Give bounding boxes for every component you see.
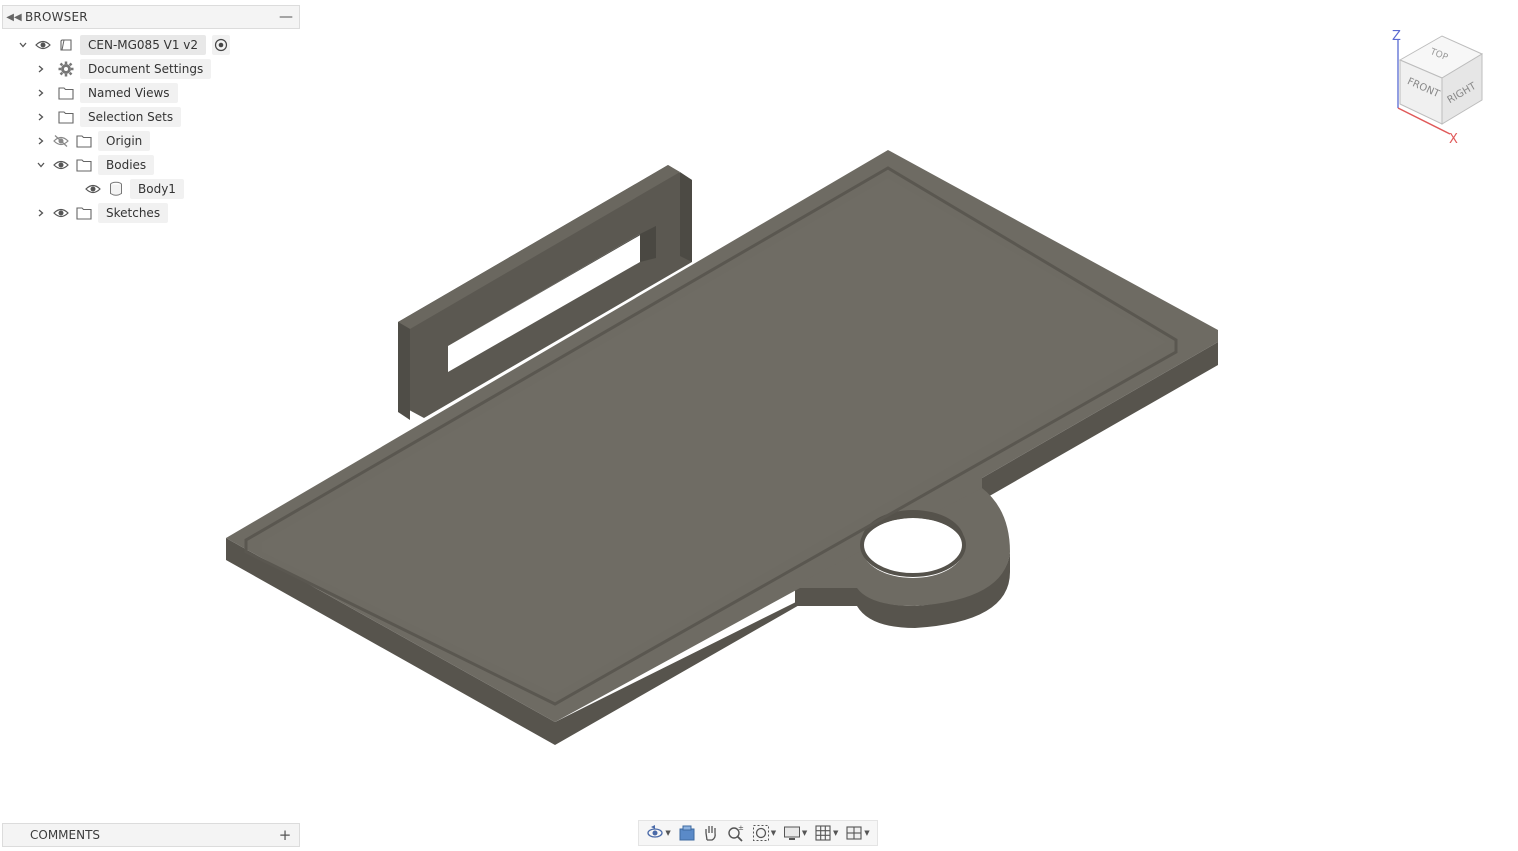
tree-item-label: Bodies: [98, 155, 155, 175]
tree-item-label: Origin: [98, 131, 151, 151]
navigation-toolbar: ▼ ± ▼ ▼ ▼ ▼: [638, 820, 878, 846]
chevron-right-icon[interactable]: [34, 59, 48, 79]
eye-icon[interactable]: [34, 35, 52, 55]
tree-item-label: Sketches: [98, 203, 169, 223]
tree-item-bodies[interactable]: Bodies: [34, 155, 155, 175]
chevron-down-icon[interactable]: [34, 155, 48, 175]
tree-item-selection-sets[interactable]: Selection Sets: [34, 107, 182, 127]
look-at-button[interactable]: [678, 822, 696, 844]
tree-item-sketches[interactable]: Sketches: [34, 203, 169, 223]
add-comment-icon[interactable]: +: [271, 826, 299, 844]
chevron-right-icon[interactable]: [34, 83, 48, 103]
svg-text:±: ±: [738, 824, 744, 832]
model-plate: [226, 150, 1218, 745]
axis-z-label: Z: [1392, 29, 1401, 44]
axis-x-label: X: [1449, 132, 1458, 147]
tree-item-label: Named Views: [80, 83, 178, 103]
view-cube[interactable]: Z X TOP FRONT RIGHT: [1386, 26, 1496, 150]
zoom-icon: ±: [728, 824, 744, 842]
orbit-icon: [647, 825, 664, 838]
chevron-right-icon[interactable]: [34, 203, 48, 223]
minimize-icon[interactable]: —: [273, 9, 299, 25]
folder-icon: [74, 131, 94, 151]
chevron-right-icon[interactable]: [34, 107, 48, 127]
orbit-button[interactable]: ▼: [646, 822, 671, 844]
display-settings-icon: [783, 826, 800, 840]
folder-icon: [74, 155, 94, 175]
gear-icon: [56, 59, 76, 79]
comments-panel: COMMENTS +: [2, 823, 300, 847]
pan-button[interactable]: [702, 822, 720, 844]
tree-item-label: Selection Sets: [80, 107, 182, 127]
body-icon: [106, 179, 126, 199]
look-at-icon: [679, 825, 695, 841]
eye-icon[interactable]: [52, 203, 70, 223]
eye-icon[interactable]: [52, 155, 70, 175]
eye-icon[interactable]: [84, 179, 102, 199]
display-settings-button[interactable]: ▼: [783, 822, 807, 844]
tree-item-document-settings[interactable]: Document Settings: [34, 59, 212, 79]
folder-icon: [74, 203, 94, 223]
comments-title: COMMENTS: [30, 828, 101, 842]
activate-target-icon[interactable]: [212, 35, 231, 55]
grid-button[interactable]: ▼: [814, 822, 838, 844]
tree-item-origin[interactable]: Origin: [34, 131, 151, 151]
tree-item-named-views[interactable]: Named Views: [34, 83, 178, 103]
component-icon: [56, 35, 76, 55]
viewports-icon: [846, 826, 862, 840]
chevron-down-icon[interactable]: [16, 35, 30, 55]
tree-item-label: Document Settings: [80, 59, 212, 79]
zoom-button[interactable]: ±: [727, 822, 745, 844]
3d-viewport[interactable]: [0, 0, 1518, 851]
tree-item-label: Body1: [130, 179, 184, 199]
grid-icon: [815, 825, 831, 841]
tree-item-body1[interactable]: Body1: [66, 179, 184, 199]
browser-panel-header: ◀◀ BROWSER —: [2, 5, 300, 29]
tree-item-label: CEN-MG085 V1 v2: [80, 35, 207, 55]
chevron-right-icon[interactable]: [34, 131, 48, 151]
folder-icon: [56, 83, 76, 103]
fit-icon: [752, 825, 769, 841]
pan-icon: [705, 826, 717, 841]
tree-item-root[interactable]: CEN-MG085 V1 v2: [16, 35, 231, 55]
collapse-panel-icon[interactable]: ◀◀: [3, 12, 25, 23]
browser-title: BROWSER: [25, 10, 88, 24]
fit-button[interactable]: ▼: [752, 822, 776, 844]
folder-icon: [56, 107, 76, 127]
eye-hidden-icon[interactable]: [52, 131, 70, 151]
viewports-button[interactable]: ▼: [845, 822, 870, 844]
